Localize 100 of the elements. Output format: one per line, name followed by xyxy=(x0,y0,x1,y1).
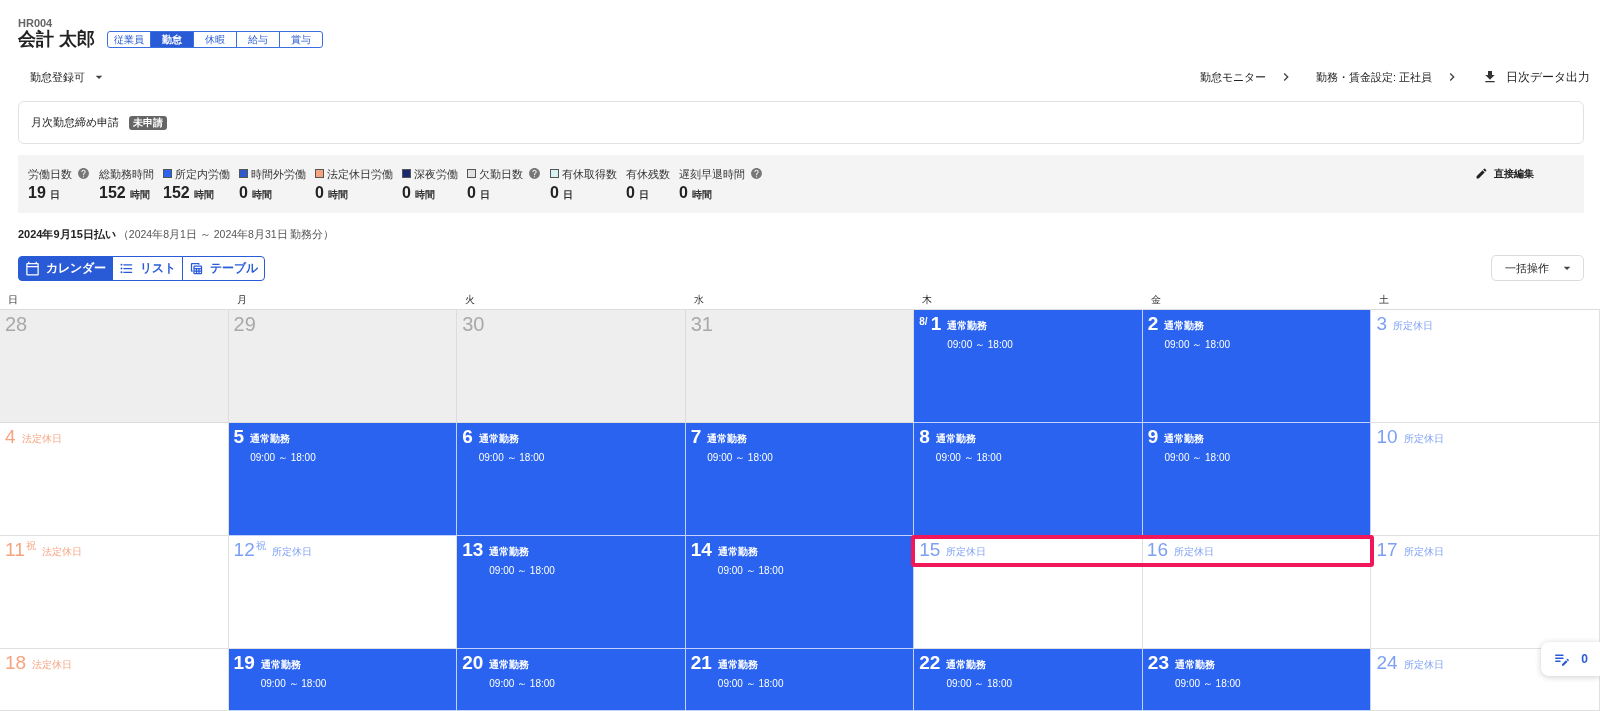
shift-label: 法定休日 xyxy=(32,659,73,671)
shift-label: 通常勤務 xyxy=(1164,433,1206,445)
nav-tab[interactable]: 勤怠 xyxy=(150,31,194,48)
shift-label: 通常勤務 xyxy=(478,433,520,445)
day-number: 21 xyxy=(690,651,712,675)
stat-unit: 時間 xyxy=(691,187,712,202)
stat-label: 所定内労働 xyxy=(175,166,230,181)
calendar-cell[interactable]: 19 通常勤務 09:00 ～ 18:00 xyxy=(228,649,458,711)
stat-value: 152 xyxy=(99,183,126,202)
shift-label: 所定休日 xyxy=(946,546,987,558)
shift-time: 09:00 ～ 18:00 xyxy=(946,678,1013,690)
calendar-cell[interactable]: 6 通常勤務 09:00 ～ 18:00 xyxy=(457,423,686,536)
view-tab[interactable]: カレンダー xyxy=(18,255,113,281)
calendar-cell[interactable] xyxy=(1142,567,1372,649)
calendar-cell[interactable]: 20 通常勤務 09:00 ～ 18:00 xyxy=(457,649,686,711)
shift-label: 通常勤務 xyxy=(489,546,531,558)
nav-tab[interactable]: 従業員 xyxy=(107,31,151,48)
stat-value: 0 xyxy=(550,183,559,202)
stat-label: 欠勤日数 xyxy=(479,166,523,181)
day-number: 7 xyxy=(690,425,702,449)
help-icon[interactable] xyxy=(528,167,541,180)
shift-label: 所定休日 xyxy=(1403,546,1444,558)
shift-label: 通常勤務 xyxy=(1175,659,1216,671)
stat-value: 0 xyxy=(679,183,688,202)
calendar-cell[interactable]: 17 所定休日 xyxy=(1371,536,1600,649)
stat-value: 0 xyxy=(626,183,635,202)
calendar-cell[interactable]: 2 通常勤務 09:00 ～ 18:00 xyxy=(1142,310,1372,423)
notes-button[interactable]: 0 xyxy=(1541,642,1600,676)
stat-label: 有休取得数 xyxy=(562,166,617,181)
day-number: 15 xyxy=(919,538,941,562)
stat-value: 0 xyxy=(239,183,248,202)
help-icon[interactable] xyxy=(750,167,763,180)
edit-button[interactable]: 直接編集 xyxy=(1475,166,1534,181)
stat-unit: 時間 xyxy=(414,187,435,202)
shift-label: 所定休日 xyxy=(1403,659,1444,671)
nav-tab[interactable]: 賞与 xyxy=(279,31,323,48)
day-number: 28 xyxy=(5,312,28,336)
calendar-cell[interactable]: 9 通常勤務 09:00 ～ 18:00 xyxy=(1142,423,1372,536)
stat-unit: 時間 xyxy=(327,187,348,202)
calendar-cell[interactable]: 14 通常勤務 09:00 ～ 18:00 xyxy=(685,536,915,649)
employee-name: 会計 太郎 xyxy=(18,30,95,49)
calendar-cell[interactable]: 23 通常勤務 09:00 ～ 18:00 xyxy=(1142,649,1372,711)
stat-value: 19 xyxy=(28,183,46,202)
day-number: 6 xyxy=(462,425,473,449)
shift-time: 09:00 ～ 18:00 xyxy=(1164,339,1231,351)
day-number: 1 xyxy=(930,312,942,336)
shift-time: 09:00 ～ 18:00 xyxy=(250,452,316,464)
header-link[interactable]: 勤怠モニター xyxy=(1199,68,1294,86)
help-icon[interactable] xyxy=(77,167,90,180)
shift-time: 09:00 ～ 18:00 xyxy=(707,452,773,464)
stat-unit: 時間 xyxy=(129,187,150,202)
view-tab[interactable]: テーブル xyxy=(182,255,265,281)
day-number: 17 xyxy=(1376,538,1398,562)
nav-tab[interactable]: 給与 xyxy=(236,31,280,48)
day-number: 5 xyxy=(233,425,245,449)
shift-time: 09:00 ～ 18:00 xyxy=(717,678,784,690)
stat-value: 0 xyxy=(467,183,476,202)
shift-label: 通常勤務 xyxy=(717,659,759,671)
weekday-label: 日 xyxy=(8,293,18,306)
nav-tab[interactable]: 休暇 xyxy=(193,31,237,48)
pencil-icon xyxy=(1475,167,1488,180)
view-tab[interactable]: リスト xyxy=(112,255,183,281)
period-text: （2024年8月1日 ～ 2024年8月31日 勤務分） xyxy=(117,227,335,241)
shift-label: 通常勤務 xyxy=(947,320,989,332)
calendar-cell[interactable]: 5 通常勤務 09:00 ～ 18:00 xyxy=(228,423,458,536)
day-number: 31 xyxy=(690,312,713,336)
day-number: 18 xyxy=(5,651,27,675)
calendar-cell[interactable]: 10 所定休日 xyxy=(1371,423,1600,536)
calendar-cell[interactable]: 21 通常勤務 09:00 ～ 18:00 xyxy=(685,649,915,711)
weekday-label: 土 xyxy=(1379,293,1390,306)
stat-label: 深夜労働 xyxy=(414,166,458,181)
shift-label: 通常勤務 xyxy=(260,659,302,671)
day-number: 3 xyxy=(1376,312,1387,336)
calendar-cell[interactable]: 3 所定休日 xyxy=(1371,310,1600,423)
shift-time: 09:00 ～ 18:00 xyxy=(947,339,1013,351)
day-number: 9 xyxy=(1147,425,1159,449)
day-number: 20 xyxy=(462,651,484,675)
weekday-label: 水 xyxy=(693,293,704,306)
stat-value: 0 xyxy=(402,183,411,202)
download-button[interactable]: 日次データ出力 xyxy=(1482,68,1590,86)
day-number: 22 xyxy=(919,651,941,675)
shift-label: 所定休日 xyxy=(1174,546,1214,558)
header-link[interactable]: 勤務・賃金設定: 正社員 xyxy=(1315,68,1460,86)
stat-label: 遅刻早退時間 xyxy=(679,166,745,181)
calendar-cell[interactable]: 22 通常勤務 09:00 ～ 18:00 xyxy=(914,649,1143,711)
table-icon xyxy=(189,260,204,276)
calendar-cell[interactable] xyxy=(914,567,1143,649)
day-number: 12 xyxy=(233,538,255,562)
calendar-cell[interactable]: 7 通常勤務 09:00 ～ 18:00 xyxy=(685,423,915,536)
weekday-label: 木 xyxy=(922,293,933,306)
shift-label: 所定休日 xyxy=(1393,320,1433,332)
download-icon xyxy=(1482,69,1498,85)
stat-unit: 日 xyxy=(638,187,649,202)
stat-label: 総勤務時間 xyxy=(99,166,154,181)
calendar-icon xyxy=(25,260,40,276)
bulk-action-button[interactable]: 一括操作 xyxy=(1491,255,1584,281)
weekday-label: 金 xyxy=(1150,293,1161,306)
status-dropdown[interactable]: 勤怠登録可 xyxy=(30,68,107,86)
calendar-cell[interactable]: 13 通常勤務 09:00 ～ 18:00 xyxy=(457,536,686,649)
calendar-cell[interactable]: 8 通常勤務 09:00 ～ 18:00 xyxy=(914,423,1143,536)
